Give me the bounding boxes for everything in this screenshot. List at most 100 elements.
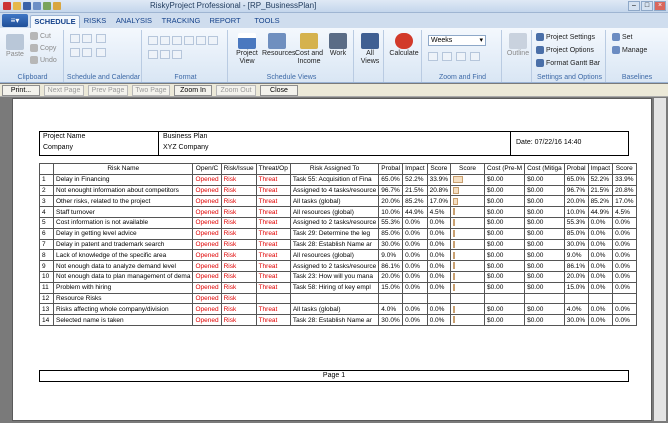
project-name-label: Project Name [43, 133, 86, 140]
paste-button[interactable]: Paste [5, 34, 25, 59]
project-settings-button[interactable]: Project Settings [536, 33, 595, 42]
goto-icon[interactable] [470, 52, 480, 61]
maximize-button[interactable]: □ [641, 1, 653, 11]
score-bar [453, 197, 459, 205]
tab-report[interactable]: REPORT [208, 15, 242, 28]
table-cell: 55.3% [563, 216, 589, 229]
zoom-in-button[interactable]: Zoom In [174, 85, 212, 96]
table-cell: 15.0% [378, 281, 404, 294]
tab-analysis[interactable]: ANALYSIS [114, 15, 154, 28]
close-preview-button[interactable]: Close [260, 85, 298, 96]
cost-income-button[interactable]: Cost and Income [294, 33, 324, 66]
cost-icon [300, 33, 318, 49]
table-cell: 20.8% [612, 184, 637, 197]
table-cell: Not enough data to analyze demand level [52, 260, 194, 272]
undo-button[interactable]: Undo [30, 56, 57, 65]
table-cell [450, 303, 486, 316]
outline-button[interactable]: Outline [506, 33, 530, 58]
tab-schedule[interactable]: SCHEDULE [30, 15, 80, 28]
link-icon[interactable] [96, 34, 106, 43]
save-icon[interactable] [23, 2, 31, 10]
table-cell: 0.0% [402, 216, 428, 229]
format-gantt-button[interactable]: Format Gantt Bar [536, 59, 600, 68]
table-cell: Opened [192, 260, 222, 272]
timescale-dropdown[interactable]: Weeks [428, 35, 486, 46]
table-row: 10 Not enough data to plan management of … [39, 270, 637, 283]
arrow-left-icon[interactable] [70, 48, 80, 57]
next-page-button[interactable]: Next Page [44, 85, 84, 96]
bold-icon[interactable] [148, 36, 158, 45]
align-left-icon[interactable] [184, 36, 194, 45]
underline-icon[interactable] [172, 36, 182, 45]
table-cell: 0.0% [402, 238, 428, 251]
prev-page-button[interactable]: Prev Page [88, 85, 128, 96]
tab-tracking[interactable]: TRACKING [160, 15, 202, 28]
table-cell: 30.0% [378, 238, 404, 251]
fill-color-icon[interactable] [160, 50, 170, 59]
zoom-in-icon[interactable] [428, 52, 438, 61]
project-options-button[interactable]: Project Options [536, 46, 594, 55]
open-icon[interactable] [13, 2, 21, 10]
table-cell: 0.0% [612, 303, 637, 316]
project-settings-icon [536, 33, 544, 41]
two-page-button[interactable]: Two Page [132, 85, 170, 96]
folder-icon[interactable] [53, 2, 61, 10]
table-cell: Assigned to 2 tasks/resource [289, 260, 380, 272]
align-right-icon[interactable] [208, 36, 218, 45]
table-cell: Opened [192, 292, 222, 305]
align-center-icon[interactable] [196, 36, 206, 45]
table-cell: 13 [39, 303, 54, 316]
italic-icon[interactable] [160, 36, 170, 45]
set-baseline-button[interactable]: Set [612, 33, 633, 42]
table-row: 4 Staff turnover Opened Risk Threat All resou… [39, 206, 637, 218]
indent-icon[interactable] [70, 34, 80, 43]
print-preview-toolbar: Print... Next Page Prev Page Two Page Zo… [0, 84, 668, 97]
table-cell: 86.1% [378, 260, 404, 272]
application-menu-button[interactable]: ≡▾ [2, 14, 28, 27]
outdent-icon[interactable] [82, 34, 92, 43]
table-row: 5 Cost information is not available Opened… [39, 216, 637, 229]
print-button[interactable]: Print... [2, 85, 40, 96]
arrow-right-icon[interactable] [82, 48, 92, 57]
cut-button[interactable]: Cut [30, 32, 51, 41]
minimize-button[interactable]: – [628, 1, 640, 11]
table-row: 7 Delay in patent and trademark search Ope… [39, 238, 637, 251]
copy-button[interactable]: Copy [30, 44, 56, 53]
calculate-button[interactable]: Calculate [388, 33, 420, 58]
work-button[interactable]: Work [326, 33, 350, 58]
table-cell: 21.5% [587, 184, 614, 197]
table-cell: Delay in patent and trademark search [52, 238, 194, 251]
table-cell [402, 292, 428, 305]
table-cell: 65.0% [378, 173, 404, 186]
undo-small-icon [30, 56, 38, 64]
table-cell: 0.0% [587, 303, 614, 316]
table-cell [450, 216, 486, 229]
font-color-icon[interactable] [148, 50, 158, 59]
column-header: Score [426, 163, 452, 175]
table-cell: 0.0% [402, 281, 428, 294]
format-group: Format [144, 30, 228, 82]
manage-baseline-button[interactable]: Manage [612, 46, 647, 55]
column-header: Score [612, 163, 637, 175]
font-size-icon[interactable] [172, 50, 182, 59]
table-cell: Delay in Financing [52, 173, 194, 186]
project-view-button[interactable]: Project View [234, 33, 260, 66]
score-bar [453, 208, 456, 216]
close-window-button[interactable]: × [654, 1, 666, 11]
table-cell [450, 195, 486, 208]
company-value: XYZ Company [163, 144, 209, 151]
column-header: Threat/Op [255, 163, 291, 175]
table-cell: 0.0% [587, 238, 614, 251]
calendar-icon[interactable] [96, 48, 106, 57]
print-icon[interactable] [33, 2, 41, 10]
zoom-out-button[interactable]: Zoom Out [216, 85, 256, 96]
resources-button[interactable]: Resources [262, 33, 295, 58]
tab-risks[interactable]: RISKS [82, 15, 108, 28]
undo-icon[interactable] [43, 2, 51, 10]
tab-tools[interactable]: TOOLS [252, 15, 282, 28]
table-cell: 0.0% [426, 314, 452, 326]
zoom-out-icon[interactable] [442, 52, 452, 61]
table-cell [450, 206, 486, 218]
all-views-button[interactable]: All Views [358, 33, 382, 66]
find-icon[interactable] [456, 52, 466, 61]
